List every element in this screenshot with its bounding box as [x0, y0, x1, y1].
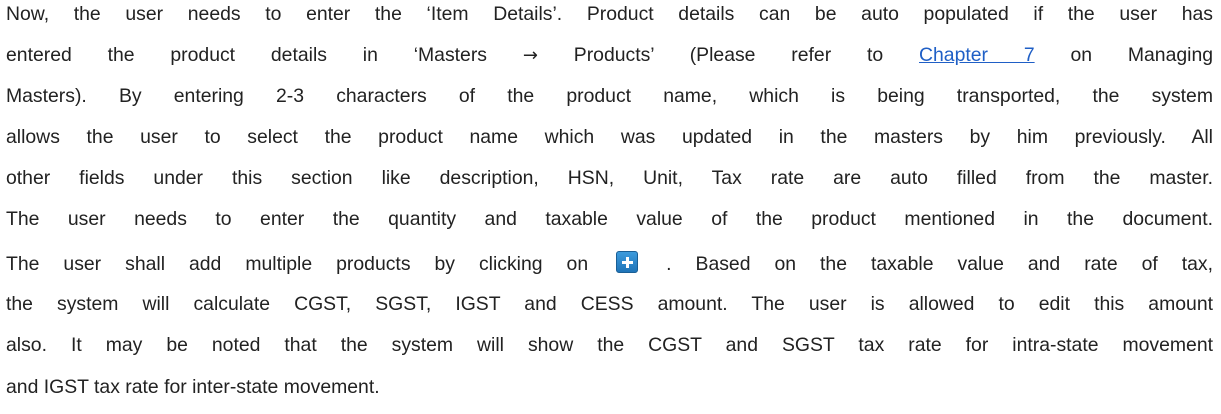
paragraph-text: on Managing: [1070, 44, 1214, 66]
paragraph-line: Now, the user needs to enter the ‘Item D…: [6, 2, 1213, 26]
paragraph-line: the system will calculate CGST, SGST, IG…: [6, 292, 1213, 316]
paragraph-line: allows the user to select the product na…: [6, 125, 1213, 149]
paragraph-text: and IGST tax rate for inter-state moveme…: [6, 376, 380, 398]
paragraph-line: and IGST tax rate for inter-state moveme…: [6, 375, 1213, 399]
paragraph-text: Now, the user needs to enter the ‘Item D…: [6, 3, 1213, 25]
paragraph-text: other fields under this section like des…: [6, 167, 1213, 189]
paragraph-text: The user needs to enter the quantity and…: [6, 208, 1213, 230]
paragraph-text: allows the user to select the product na…: [6, 126, 1213, 148]
paragraph-line: Masters). By entering 2-3 characters of …: [6, 84, 1213, 108]
paragraph-text: . Based on the taxable value and rate of…: [666, 253, 1214, 275]
paragraph-text: Masters). By entering 2-3 characters of …: [6, 85, 1213, 107]
paragraph-line: other fields under this section like des…: [6, 166, 1213, 190]
paragraph-line: entered the product details in ‘Masters …: [6, 43, 1213, 67]
document-page: Now, the user needs to enter the ‘Item D…: [0, 0, 1221, 414]
paragraph-line: The user needs to enter the quantity and…: [6, 207, 1213, 231]
paragraph-text: the system will calculate CGST, SGST, IG…: [6, 293, 1213, 315]
paragraph-text: Products’ (Please refer to: [573, 44, 884, 66]
right-arrow-icon: →: [522, 45, 538, 66]
add-item-button[interactable]: [616, 251, 639, 273]
paragraph-text: entered the product details in ‘Masters: [6, 44, 487, 66]
paragraph-text: The user shall add multiple products by …: [6, 253, 589, 275]
paragraph-text: also. It may be noted that the system wi…: [6, 334, 1213, 356]
paragraph-line: also. It may be noted that the system wi…: [6, 333, 1213, 357]
chapter-7-link[interactable]: Chapter 7: [919, 44, 1035, 66]
paragraph-line: The user shall add multiple products by …: [6, 251, 1213, 275]
